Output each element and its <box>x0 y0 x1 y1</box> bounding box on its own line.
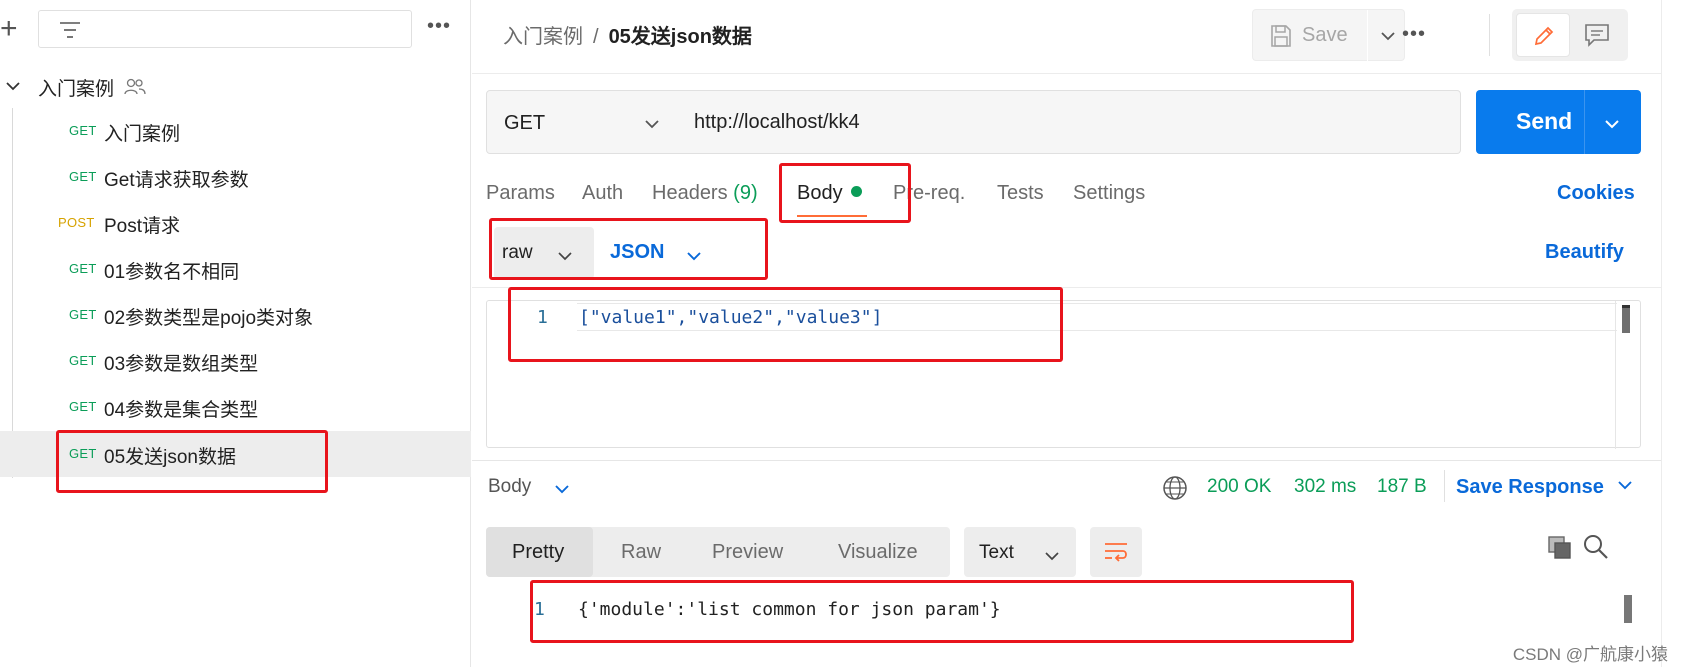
send-button[interactable]: Send <box>1476 90 1641 154</box>
sidebar-request[interactable]: GET Get请求获取参数 <box>0 154 471 200</box>
breadcrumb-parent[interactable]: 入门案例 <box>503 26 583 48</box>
method-badge: GET <box>69 307 97 322</box>
method-badge: GET <box>69 123 97 138</box>
save-icon <box>1271 25 1291 47</box>
watermark-text: CSDN @广航康小猿 <box>1512 645 1668 664</box>
save-label: Save <box>1302 24 1348 46</box>
headers-count: (9) <box>733 182 758 204</box>
wrap-lines-icon <box>1105 543 1127 562</box>
tab-params[interactable]: Params <box>486 182 555 205</box>
breadcrumb: 入门案例 / 05发送json数据 <box>503 20 752 49</box>
chevron-down-icon <box>645 120 659 129</box>
cookies-link[interactable]: Cookies <box>1557 182 1635 205</box>
right-context-bar <box>1661 0 1684 667</box>
tab-raw[interactable]: Raw <box>621 541 661 564</box>
save-button[interactable]: Save <box>1252 9 1405 62</box>
tab-headers[interactable]: Headers (9) <box>652 182 758 205</box>
url-value: http://localhost/kk4 <box>694 111 860 133</box>
annotation-box-request <box>56 430 328 493</box>
method-badge: GET <box>69 399 97 414</box>
sidebar-request[interactable]: GET 04参数是集合类型 <box>0 384 471 430</box>
response-size[interactable]: 187 B <box>1377 476 1427 498</box>
chevron-down-icon <box>1045 552 1059 561</box>
search-icon[interactable] <box>1583 534 1609 560</box>
sidebar-more-icon[interactable]: ••• <box>427 16 451 36</box>
response-header-divider <box>1444 470 1445 502</box>
response-time[interactable]: 302 ms <box>1294 476 1356 498</box>
filter-icon <box>60 22 80 38</box>
pencil-icon <box>1534 26 1554 46</box>
beautify-link[interactable]: Beautify <box>1545 241 1624 264</box>
breadcrumb-current[interactable]: 05发送json数据 <box>609 26 752 48</box>
response-format-value: Text <box>979 542 1014 563</box>
more-options-icon[interactable]: ••• <box>1402 24 1426 44</box>
request-title: 02参数类型是pojo类对象 <box>104 308 314 329</box>
chevron-down-icon[interactable] <box>1603 115 1621 133</box>
response-body-label: Body <box>488 476 532 497</box>
response-body-select[interactable]: Body <box>488 476 569 498</box>
filter-input[interactable] <box>38 10 412 48</box>
copy-icon[interactable] <box>1547 535 1573 561</box>
sidebar-request[interactable]: GET 02参数类型是pojo类对象 <box>0 292 471 338</box>
tab-preview[interactable]: Preview <box>712 541 783 564</box>
save-divider <box>1367 10 1368 62</box>
tab-settings[interactable]: Settings <box>1073 182 1145 205</box>
request-title: 入门案例 <box>104 124 181 145</box>
comment-icon[interactable] <box>1584 23 1610 47</box>
tab-headers-label: Headers <box>652 182 728 204</box>
tab-pretty[interactable]: Pretty <box>512 541 564 564</box>
new-plus-icon[interactable]: + <box>0 14 24 46</box>
request-title: Post请求 <box>104 216 181 237</box>
method-badge: POST <box>58 215 95 230</box>
method-value: GET <box>504 112 546 134</box>
edit-mode-button[interactable] <box>1516 13 1570 57</box>
collection-row[interactable]: 入门案例 <box>0 68 471 104</box>
request-title: 03参数是数组类型 <box>104 354 259 375</box>
chevron-down-icon <box>6 82 20 91</box>
tab-visualize[interactable]: Visualize <box>838 541 918 564</box>
url-input[interactable]: http://localhost/kk4 <box>675 90 1461 154</box>
chevron-down-icon <box>1618 481 1633 490</box>
send-divider <box>1584 90 1585 154</box>
request-title: 01参数名不相同 <box>104 262 240 283</box>
annotation-box-response <box>530 580 1354 643</box>
sidebar-request[interactable]: GET 入门案例 <box>0 108 471 154</box>
response-view-tabs: Pretty Raw Preview Visualize <box>486 527 950 577</box>
annotation-box-body-type <box>489 218 768 280</box>
annotation-box-editor <box>508 287 1063 362</box>
header-divider-line <box>472 73 1684 74</box>
method-badge: GET <box>69 261 97 276</box>
request-title: Get请求获取参数 <box>104 170 249 191</box>
sidebar-request[interactable]: GET 01参数名不相同 <box>0 246 471 292</box>
chevron-down-icon <box>555 485 569 494</box>
response-format-select[interactable]: Text <box>964 527 1076 577</box>
request-title: 04参数是集合类型 <box>104 400 259 421</box>
method-badge: GET <box>69 169 97 184</box>
response-divider <box>472 460 1684 461</box>
header-divider <box>1489 14 1490 56</box>
sidebar-request[interactable]: GET 03参数是数组类型 <box>0 338 471 384</box>
view-toggle <box>1512 9 1628 61</box>
tab-auth[interactable]: Auth <box>582 182 623 205</box>
save-response-label: Save Response <box>1456 476 1604 498</box>
annotation-box-body-tab <box>779 163 911 223</box>
editor-scrollbar[interactable] <box>1622 305 1630 333</box>
globe-icon[interactable] <box>1162 475 1188 501</box>
send-label: Send <box>1516 108 1573 134</box>
editor-scroll-track <box>1615 301 1616 449</box>
method-badge: GET <box>69 353 97 368</box>
sidebar-request[interactable]: POST Post请求 <box>0 200 471 246</box>
people-icon <box>124 78 146 95</box>
tab-tests[interactable]: Tests <box>997 182 1044 205</box>
collection-name: 入门案例 <box>38 79 115 100</box>
wrap-lines-button[interactable] <box>1090 527 1142 577</box>
response-scrollbar[interactable] <box>1624 595 1632 623</box>
status-code[interactable]: 200 OK <box>1207 476 1271 498</box>
breadcrumb-separator: / <box>593 26 599 48</box>
chevron-down-icon[interactable] <box>1379 27 1397 45</box>
save-response-button[interactable]: Save Response <box>1456 476 1633 499</box>
method-select[interactable]: GET <box>486 90 676 154</box>
sidebar: + ••• 入门案例 GET 入门案例 GET Get请求获取参数 POST P… <box>0 0 471 667</box>
